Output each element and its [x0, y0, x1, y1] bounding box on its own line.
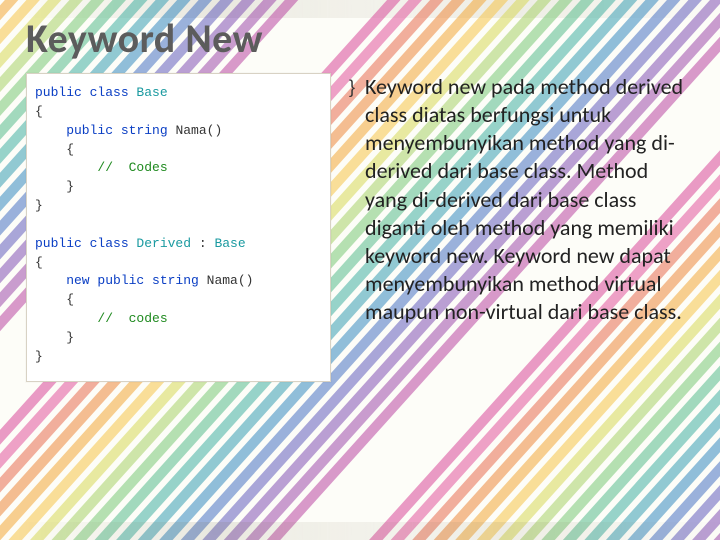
slide-content: Keyword New public class Base { public s… [0, 0, 720, 540]
code-text: Nama() [175, 123, 222, 138]
code-text: } [35, 330, 74, 345]
code-kw: public class [35, 236, 136, 251]
code-sample: public class Base { public string Nama()… [26, 73, 331, 382]
code-text: : [199, 236, 215, 251]
code-text: { [35, 104, 43, 119]
code-text: { [35, 255, 43, 270]
slide-title: Keyword New [26, 14, 694, 63]
description-block: } Keyword new pada method derived class … [349, 73, 694, 326]
code-type: Base [214, 236, 245, 251]
code-text: { [35, 292, 74, 307]
code-text: { [35, 142, 74, 157]
code-blank [35, 217, 43, 232]
code-comment: // Codes [97, 160, 167, 175]
code-text: } [35, 198, 43, 213]
code-text [35, 160, 97, 175]
code-text: } [35, 349, 43, 364]
description-text: Keyword new pada method derived class di… [365, 73, 694, 326]
code-text: } [35, 179, 74, 194]
code-comment: // codes [97, 311, 167, 326]
code-type: Derived [136, 236, 198, 251]
code-text [35, 311, 97, 326]
code-kw: new public string [35, 273, 207, 288]
code-kw: public string [35, 123, 175, 138]
bullet-icon: } [349, 73, 355, 326]
code-kw: public class [35, 85, 136, 100]
code-type: Base [136, 85, 167, 100]
code-text: Nama() [207, 273, 254, 288]
two-column-layout: public class Base { public string Nama()… [26, 73, 694, 520]
